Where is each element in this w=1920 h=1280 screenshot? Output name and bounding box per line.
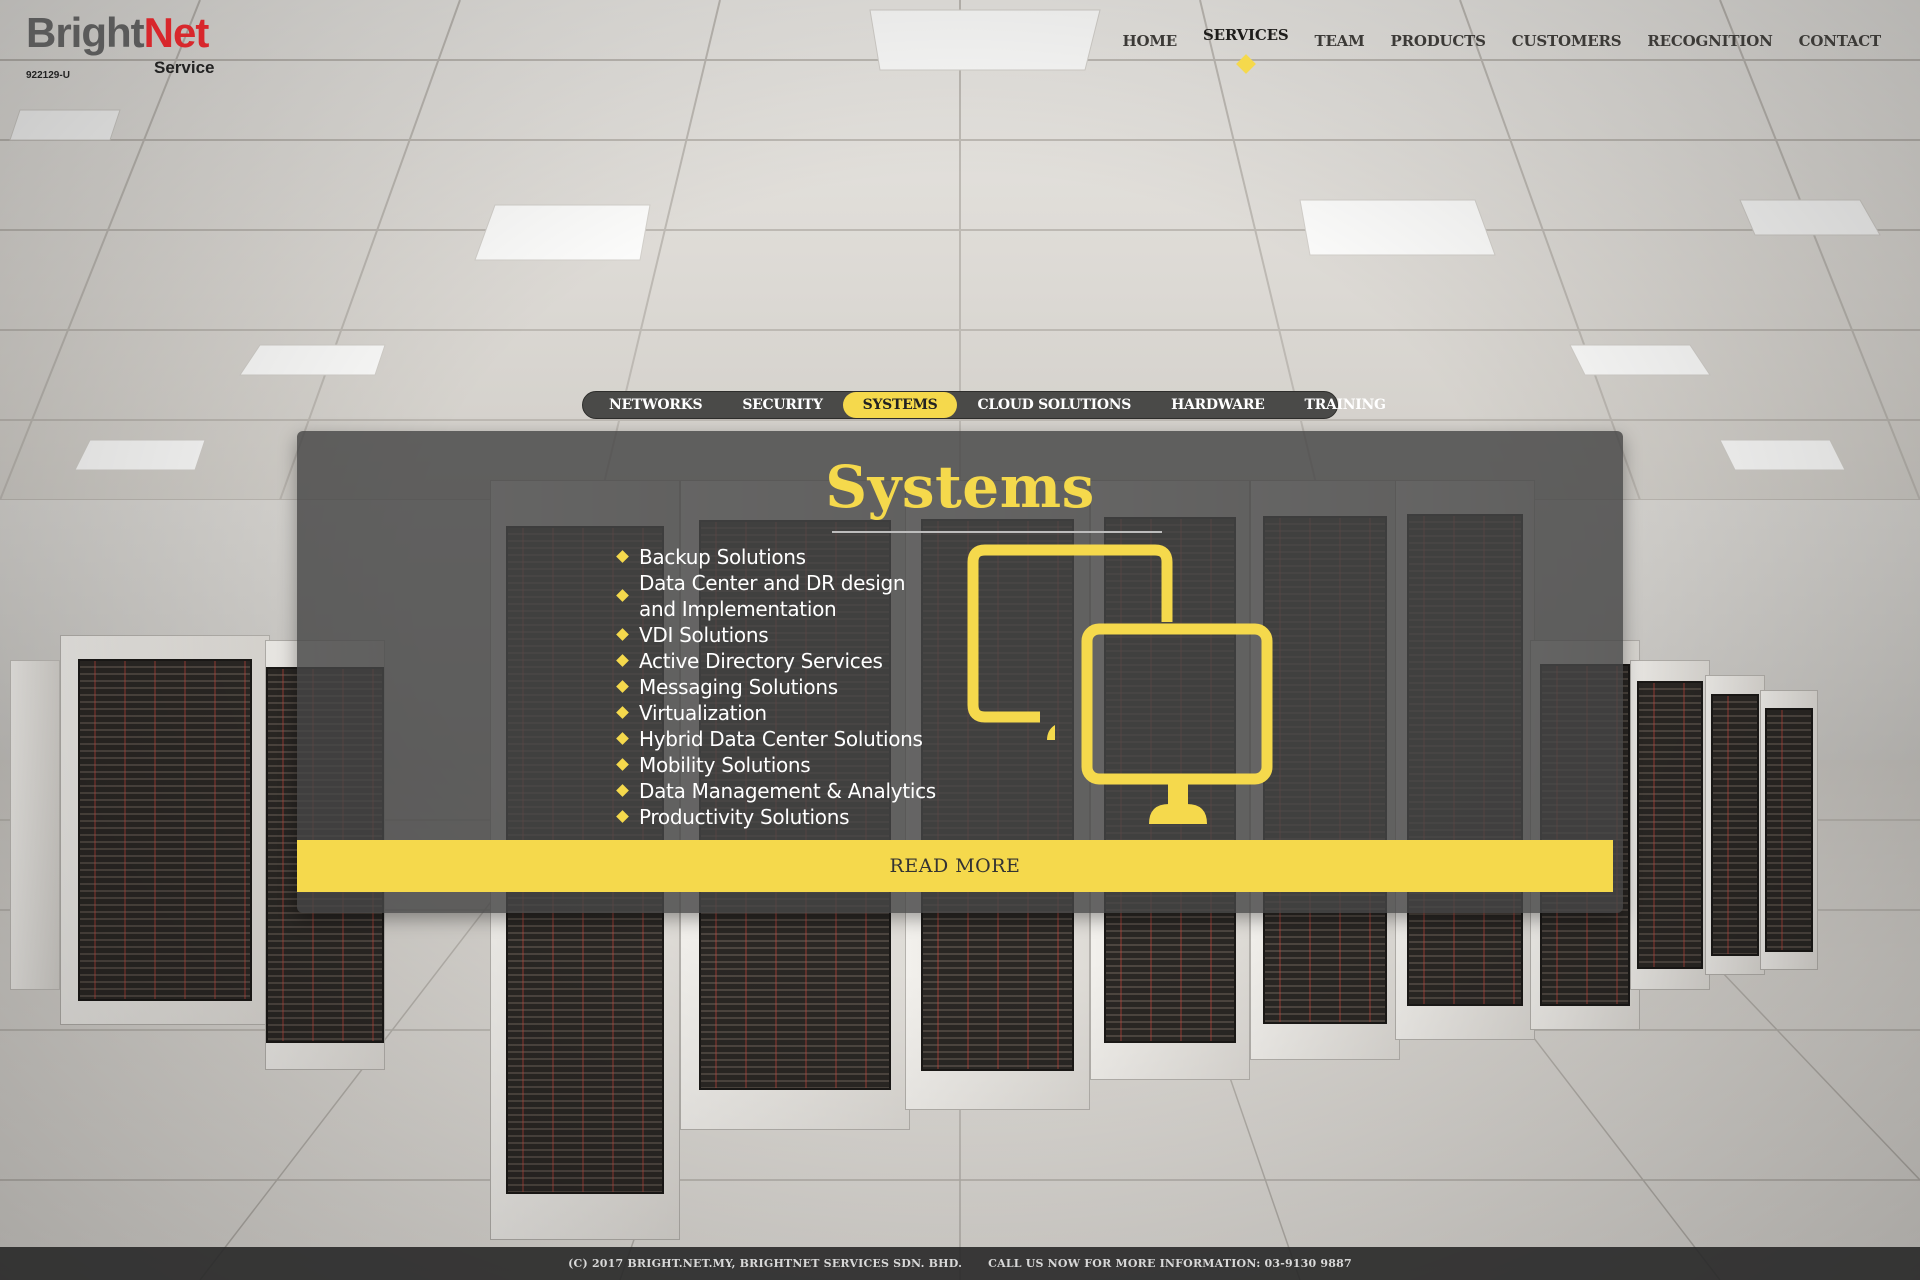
- nav-item-home[interactable]: HOME: [1110, 30, 1190, 52]
- list-item: Messaging Solutions: [616, 674, 957, 700]
- feature-text: Backup Solutions: [639, 545, 806, 569]
- brand-registration-number: 922129-U: [26, 70, 70, 81]
- tab-systems[interactable]: SYSTEMS: [842, 392, 958, 418]
- tab-networks[interactable]: NETWORKS: [589, 392, 722, 418]
- feature-text: Active Directory Services: [639, 649, 883, 673]
- diamond-bullet-icon: [616, 810, 629, 823]
- feature-text: Virtualization: [639, 701, 767, 725]
- feature-text: Data Management & Analytics: [639, 779, 936, 803]
- feature-text: Productivity Solutions: [639, 805, 850, 829]
- list-item: Productivity Solutions: [616, 804, 957, 830]
- diamond-bullet-icon: [616, 784, 629, 797]
- panel-title: Systems: [825, 453, 1095, 521]
- tab-hardware[interactable]: HARDWARE: [1151, 392, 1284, 418]
- read-more-button[interactable]: READ MORE: [297, 840, 1613, 892]
- feature-text: Data Center and DR design and Implementa…: [639, 571, 906, 621]
- dual-monitor-icon: [967, 544, 1273, 824]
- feature-list: Backup Solutions Data Center and DR desi…: [616, 544, 957, 830]
- brand-wordmark: BrightNet: [26, 12, 226, 54]
- footer-copyright: (C) 2017 BRIGHT.NET.MY, BRIGHTNET SERVIC…: [568, 1257, 963, 1270]
- feature-text: Messaging Solutions: [639, 675, 838, 699]
- list-item: Hybrid Data Center Solutions: [616, 726, 957, 752]
- tab-cloud-solutions[interactable]: CLOUD SOLUTIONS: [957, 392, 1151, 418]
- diamond-bullet-icon: [616, 706, 629, 719]
- footer: (C) 2017 BRIGHT.NET.MY, BRIGHTNET SERVIC…: [0, 1247, 1920, 1280]
- diamond-bullet-icon: [616, 628, 629, 641]
- diamond-bullet-icon: [616, 589, 629, 602]
- brand-tagline: Service: [154, 58, 215, 77]
- list-item: Backup Solutions: [616, 544, 957, 570]
- diamond-bullet-icon: [616, 680, 629, 693]
- tab-training[interactable]: TRAINING: [1285, 392, 1406, 418]
- title-divider: [832, 531, 1162, 533]
- list-item: Virtualization: [616, 700, 957, 726]
- list-item: VDI Solutions: [616, 622, 957, 648]
- feature-text: VDI Solutions: [639, 623, 769, 647]
- brand-name-part2: Net: [143, 9, 210, 56]
- nav-item-team[interactable]: TEAM: [1301, 30, 1377, 52]
- list-item: Active Directory Services: [616, 648, 957, 674]
- nav-item-customers[interactable]: CUSTOMERS: [1499, 30, 1635, 52]
- feature-text: Hybrid Data Center Solutions: [639, 727, 923, 751]
- tab-security[interactable]: SECURITY: [722, 392, 842, 418]
- list-item: Data Center and DR design and Implementa…: [616, 570, 957, 622]
- footer-call-info: CALL US NOW FOR MORE INFORMATION: 03-913…: [988, 1257, 1352, 1270]
- nav-item-products[interactable]: PRODUCTS: [1378, 30, 1499, 52]
- nav-item-recognition[interactable]: RECOGNITION: [1634, 30, 1785, 52]
- feature-text: Mobility Solutions: [639, 753, 811, 777]
- diamond-bullet-icon: [616, 758, 629, 771]
- service-tabs: NETWORKS SECURITY SYSTEMS CLOUD SOLUTION…: [582, 391, 1386, 419]
- diamond-bullet-icon: [616, 654, 629, 667]
- diamond-bullet-icon: [616, 550, 629, 563]
- brand-logo[interactable]: BrightNet Service 922129-U: [26, 12, 226, 82]
- main-navigation: HOME SERVICES TEAM PRODUCTS CUSTOMERS RE…: [1110, 26, 1894, 52]
- nav-item-services[interactable]: SERVICES: [1190, 24, 1301, 46]
- systems-panel: Systems Backup Solutions Data Center and…: [297, 431, 1623, 913]
- brand-name-part1: Bright: [26, 9, 145, 56]
- nav-item-contact[interactable]: CONTACT: [1786, 30, 1894, 52]
- list-item: Mobility Solutions: [616, 752, 957, 778]
- diamond-bullet-icon: [616, 732, 629, 745]
- list-item: Data Management & Analytics: [616, 778, 957, 804]
